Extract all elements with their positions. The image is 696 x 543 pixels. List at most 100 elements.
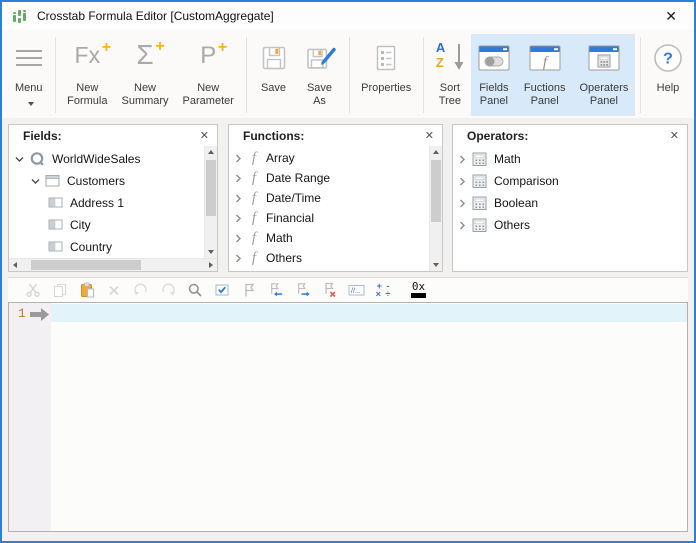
scroll-down-icon[interactable] — [430, 258, 442, 271]
chevron-right-icon[interactable] — [457, 199, 467, 208]
undo-icon[interactable] — [132, 282, 149, 299]
save-icon — [259, 36, 289, 80]
redo-icon[interactable] — [159, 282, 176, 299]
function-f-icon: f — [248, 231, 260, 245]
search-icon[interactable] — [186, 282, 203, 299]
chevron-right-icon[interactable] — [233, 174, 243, 183]
scroll-up-icon[interactable] — [205, 146, 217, 159]
toolbar-separator — [55, 37, 56, 113]
current-line-arrow-icon — [30, 308, 50, 321]
scroll-right-icon[interactable] — [204, 259, 217, 271]
calculator-icon — [472, 196, 488, 211]
chevron-right-icon[interactable] — [457, 221, 467, 230]
next-bookmark-icon[interactable] — [294, 282, 311, 299]
fuctions-panel-toggle-button[interactable]: f Fuctions Panel — [517, 34, 573, 116]
fields-panel-label-1: Fields — [479, 82, 508, 95]
fields-panel-close-icon[interactable]: ✕ — [198, 129, 211, 142]
scroll-left-icon[interactable] — [9, 259, 22, 271]
operations-icon[interactable]: + - × ÷ — [375, 282, 392, 299]
datasource-icon — [29, 151, 46, 168]
bookmark-flag-icon[interactable] — [240, 282, 257, 299]
save-as-button[interactable]: Save As — [296, 34, 344, 116]
app-logo-icon — [12, 8, 28, 24]
tree-item-column[interactable]: City — [9, 214, 217, 236]
functions-vertical-scrollbar[interactable] — [429, 146, 442, 271]
crosstab-formula-editor-window: Crosstab Formula Editor [CustomAggregate… — [0, 0, 696, 543]
code-input-area[interactable] — [51, 303, 687, 531]
functions-list: f Array f Date Range f Date/Time f Finan… — [229, 146, 442, 271]
function-group-array[interactable]: f Array — [229, 148, 442, 168]
functions-panel-icon: f — [529, 36, 561, 80]
paste-icon[interactable] — [78, 282, 95, 299]
window-title: Crosstab Formula Editor [CustomAggregate… — [37, 9, 274, 23]
delete-icon[interactable] — [105, 282, 122, 299]
operator-group-others[interactable]: Others — [453, 214, 687, 236]
chevron-right-icon[interactable] — [233, 154, 243, 163]
new-summary-button[interactable]: Σ+ New Summary — [114, 34, 175, 116]
hamburger-icon — [16, 36, 42, 80]
chevron-down-icon[interactable] — [30, 177, 40, 186]
sort-tree-label-1: Sort — [440, 82, 460, 95]
functions-panel-close-icon[interactable]: ✕ — [423, 129, 436, 142]
help-button[interactable]: ? Help — [646, 34, 690, 116]
operator-group-comparison[interactable]: Comparison — [453, 170, 687, 192]
save-as-label: Save As — [303, 82, 337, 108]
fields-panel-title: Fields: — [23, 129, 62, 143]
column-icon — [48, 219, 64, 231]
editor-section: //... + - × ÷ 0x 1 — [8, 277, 688, 532]
scroll-up-icon[interactable] — [430, 146, 442, 159]
fields-vertical-scrollbar[interactable] — [204, 146, 217, 258]
function-group-date-time[interactable]: f Date/Time — [229, 188, 442, 208]
previous-bookmark-icon[interactable] — [267, 282, 284, 299]
chevron-down-icon[interactable] — [14, 155, 24, 164]
fields-panel-toggle-button[interactable]: Fields Panel — [471, 34, 517, 116]
function-group-others[interactable]: f Others — [229, 248, 442, 268]
new-parameter-label-2: Parameter — [183, 95, 234, 108]
comment-icon[interactable]: //... — [348, 282, 365, 299]
toolbar-separator — [246, 37, 247, 113]
operators-panel-icon — [588, 36, 620, 80]
operators-list: Math Comparison Boolean — [453, 146, 687, 271]
scroll-thumb[interactable] — [431, 160, 441, 222]
function-group-math[interactable]: f Math — [229, 228, 442, 248]
operators-panel: Operators: ✕ Math Comparison — [452, 124, 688, 272]
fields-horizontal-scrollbar[interactable] — [9, 258, 217, 271]
sort-tree-button[interactable]: A Z Sort Tree — [429, 34, 471, 116]
menu-button[interactable]: Menu — [8, 34, 50, 116]
operaters-panel-toggle-button[interactable]: Operaters Panel — [572, 34, 635, 116]
tree-item-customers[interactable]: Customers — [9, 170, 217, 192]
properties-button[interactable]: Properties — [354, 34, 418, 116]
help-label: Help — [657, 82, 680, 95]
main-toolbar: Menu Fx+ New Formula Σ+ New Summary P+ N… — [2, 30, 694, 118]
chevron-right-icon[interactable] — [233, 214, 243, 223]
chevron-right-icon[interactable] — [233, 234, 243, 243]
chevron-right-icon[interactable] — [233, 194, 243, 203]
scroll-down-icon[interactable] — [205, 245, 217, 258]
chevron-right-icon[interactable] — [457, 155, 467, 164]
window-close-icon[interactable]: ✕ — [658, 8, 684, 25]
new-parameter-button[interactable]: P+ New Parameter — [176, 34, 241, 116]
chevron-right-icon[interactable] — [233, 254, 243, 263]
hex-format-icon[interactable]: 0x — [410, 282, 427, 299]
tree-item-worldwidesales[interactable]: WorldWideSales — [9, 148, 217, 170]
menu-caret-icon — [28, 102, 34, 109]
check-code-icon[interactable] — [213, 282, 230, 299]
chevron-right-icon[interactable] — [457, 177, 467, 186]
operators-panel-close-icon[interactable]: ✕ — [668, 129, 681, 142]
copy-icon[interactable] — [51, 282, 68, 299]
clear-bookmarks-icon[interactable] — [321, 282, 338, 299]
cut-icon[interactable] — [24, 282, 41, 299]
column-icon — [48, 241, 64, 253]
tree-item-column[interactable]: Country — [9, 236, 217, 258]
fields-panel-label-2: Panel — [480, 95, 508, 108]
operator-group-boolean[interactable]: Boolean — [453, 192, 687, 214]
new-formula-button[interactable]: Fx+ New Formula — [60, 34, 114, 116]
function-group-financial[interactable]: f Financial — [229, 208, 442, 228]
scroll-thumb[interactable] — [31, 260, 141, 270]
operator-group-math[interactable]: Math — [453, 148, 687, 170]
scroll-thumb[interactable] — [206, 160, 216, 216]
line-number-gutter: 1 — [9, 303, 51, 531]
tree-item-column[interactable]: Address 1 — [9, 192, 217, 214]
save-button[interactable]: Save — [252, 34, 296, 116]
function-group-date-range[interactable]: f Date Range — [229, 168, 442, 188]
